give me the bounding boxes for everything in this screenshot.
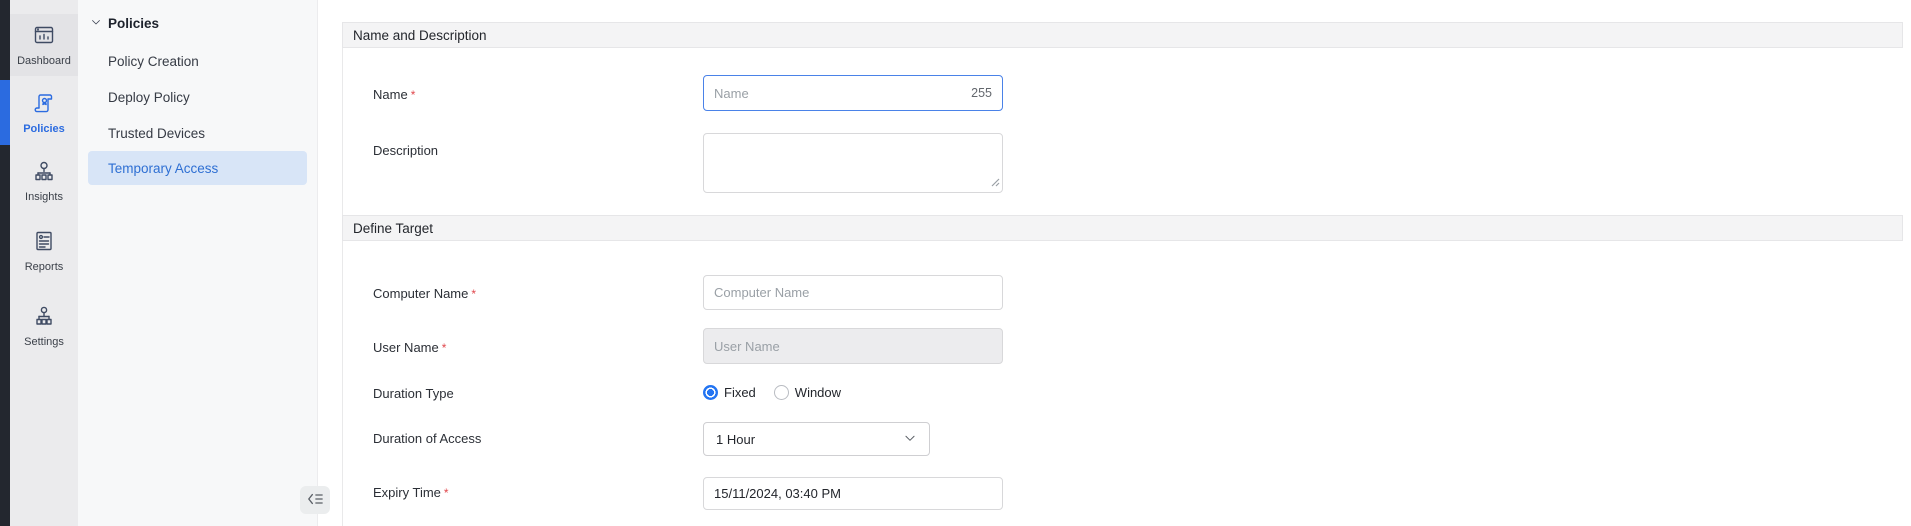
- description-textarea[interactable]: [704, 134, 1002, 192]
- expiry-time-input-wrap: [703, 477, 1003, 510]
- required-asterisk: *: [444, 486, 449, 500]
- submenu-header-label: Policies: [108, 16, 159, 31]
- content-card-left-border: [342, 22, 343, 526]
- user-name-label: User Name*: [373, 340, 446, 355]
- name-input[interactable]: [714, 86, 963, 101]
- section-title: Define Target: [353, 221, 433, 236]
- nav-item-settings[interactable]: Settings: [10, 295, 78, 357]
- computer-name-input-wrap: [703, 275, 1003, 310]
- nav-active-indicator: [0, 80, 10, 145]
- description-label: Description: [373, 143, 438, 158]
- expiry-time-input[interactable]: [714, 486, 992, 501]
- select-value: 1 Hour: [716, 432, 755, 447]
- description-textarea-wrap: [703, 133, 1003, 193]
- nav-item-policies[interactable]: Policies: [10, 80, 78, 145]
- collapse-sidebar-icon: [306, 491, 324, 510]
- section-title: Name and Description: [353, 28, 487, 43]
- reports-icon: [32, 229, 56, 256]
- section-header-name-description: Name and Description: [342, 22, 1903, 48]
- radio-selected-icon[interactable]: [703, 385, 718, 400]
- nav-item-dashboard[interactable]: Dashboard: [10, 14, 78, 76]
- insights-icon: [32, 159, 56, 186]
- submenu-header-policies[interactable]: Policies: [90, 16, 159, 31]
- settings-icon: [32, 304, 56, 331]
- chevron-down-icon: [903, 431, 917, 448]
- submenu-item-deploy-policy[interactable]: Deploy Policy: [108, 84, 190, 110]
- radio-label: Window: [795, 385, 841, 400]
- policies-submenu: Policies Policy Creation Deploy Policy T…: [78, 0, 318, 526]
- required-asterisk: *: [442, 341, 447, 355]
- required-asterisk: *: [471, 287, 476, 301]
- policies-icon: [32, 91, 56, 118]
- radio-option-fixed[interactable]: Fixed: [703, 385, 756, 400]
- section-header-define-target: Define Target: [342, 215, 1903, 241]
- required-asterisk: *: [411, 88, 416, 102]
- icon-rail: Dashboard Policies Insights Reports Sett…: [10, 0, 78, 526]
- duration-of-access-label: Duration of Access: [373, 431, 481, 446]
- name-label: Name*: [373, 87, 415, 102]
- nav-item-label: Insights: [25, 191, 63, 203]
- nav-active-indicator-strip: [0, 0, 10, 526]
- nav-item-label: Dashboard: [17, 55, 71, 67]
- nav-item-label: Settings: [24, 336, 64, 348]
- radio-unselected-icon[interactable]: [774, 385, 789, 400]
- dashboard-icon: [32, 23, 56, 50]
- nav-item-label: Reports: [25, 261, 64, 273]
- duration-of-access-select[interactable]: 1 Hour: [703, 422, 930, 456]
- name-input-wrap: 255: [703, 75, 1003, 111]
- expiry-time-label: Expiry Time*: [373, 485, 449, 500]
- submenu-item-trusted-devices[interactable]: Trusted Devices: [108, 120, 205, 146]
- radio-option-window[interactable]: Window: [774, 385, 841, 400]
- resize-grip-icon[interactable]: [991, 175, 1000, 190]
- user-name-input-wrap: [703, 328, 1003, 364]
- submenu-item-temporary-access[interactable]: Temporary Access: [88, 151, 307, 185]
- nav-item-label: Policies: [23, 123, 65, 135]
- sidebar-collapse-button[interactable]: [300, 486, 330, 514]
- submenu-item-policy-creation[interactable]: Policy Creation: [108, 48, 199, 74]
- duration-type-label: Duration Type: [373, 386, 454, 401]
- char-counter: 255: [971, 86, 992, 100]
- nav-item-reports[interactable]: Reports: [10, 220, 78, 282]
- user-name-input[interactable]: [714, 339, 992, 354]
- computer-name-label: Computer Name*: [373, 286, 476, 301]
- nav-item-insights[interactable]: Insights: [10, 150, 78, 212]
- chevron-down-icon: [90, 16, 102, 31]
- radio-label: Fixed: [724, 385, 756, 400]
- duration-type-radio-group: Fixed Window: [703, 385, 841, 400]
- computer-name-input[interactable]: [714, 285, 992, 300]
